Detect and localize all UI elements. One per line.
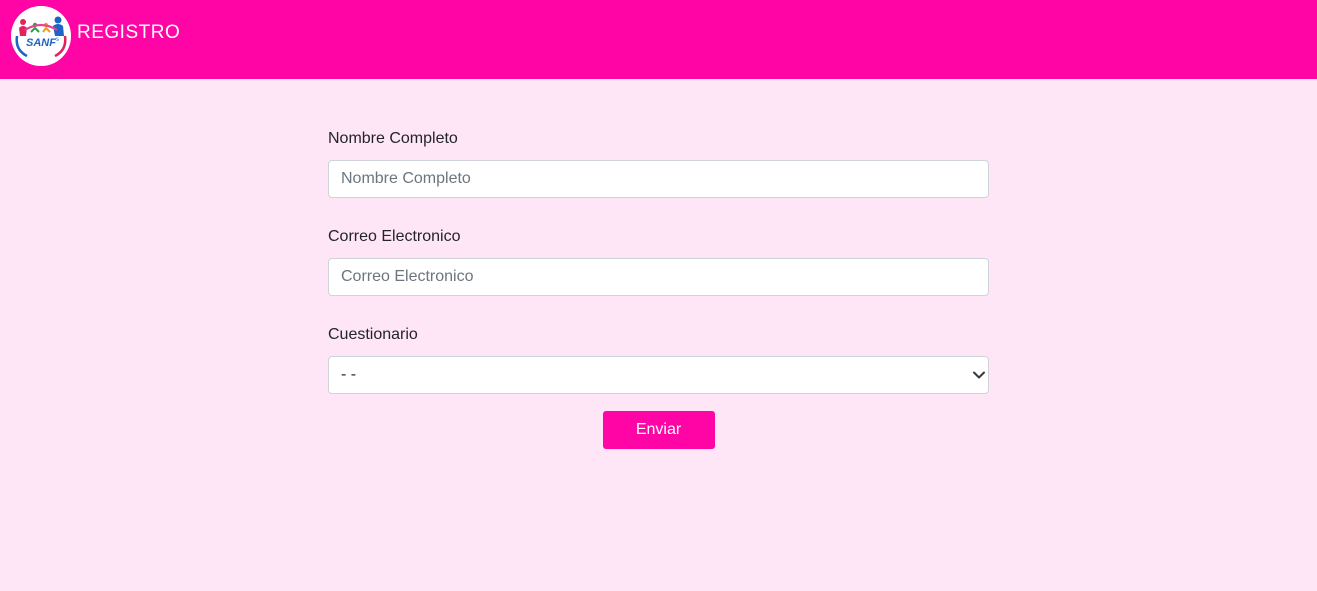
email-input[interactable]: [328, 258, 989, 296]
sanf-logo-icon[interactable]: SANF s: [11, 6, 71, 66]
email-label: Correo Electronico: [328, 228, 461, 245]
name-input[interactable]: [328, 160, 989, 198]
name-label: Nombre Completo: [328, 130, 458, 147]
submit-row: Enviar: [328, 411, 989, 449]
top-navbar: SANF s REGISTRO: [0, 0, 1317, 79]
svg-text:SANF: SANF: [26, 37, 56, 49]
submit-button[interactable]: Enviar: [602, 411, 715, 449]
page-title: REGISTRO: [77, 22, 181, 43]
survey-select-value: - -: [341, 366, 357, 383]
svg-text:s: s: [56, 37, 59, 43]
survey-select[interactable]: - -: [328, 356, 989, 394]
survey-label: Cuestionario: [328, 326, 418, 343]
chevron-down-icon: [972, 368, 986, 382]
registration-form: Nombre Completo Correo Electronico Cuest…: [328, 128, 989, 449]
